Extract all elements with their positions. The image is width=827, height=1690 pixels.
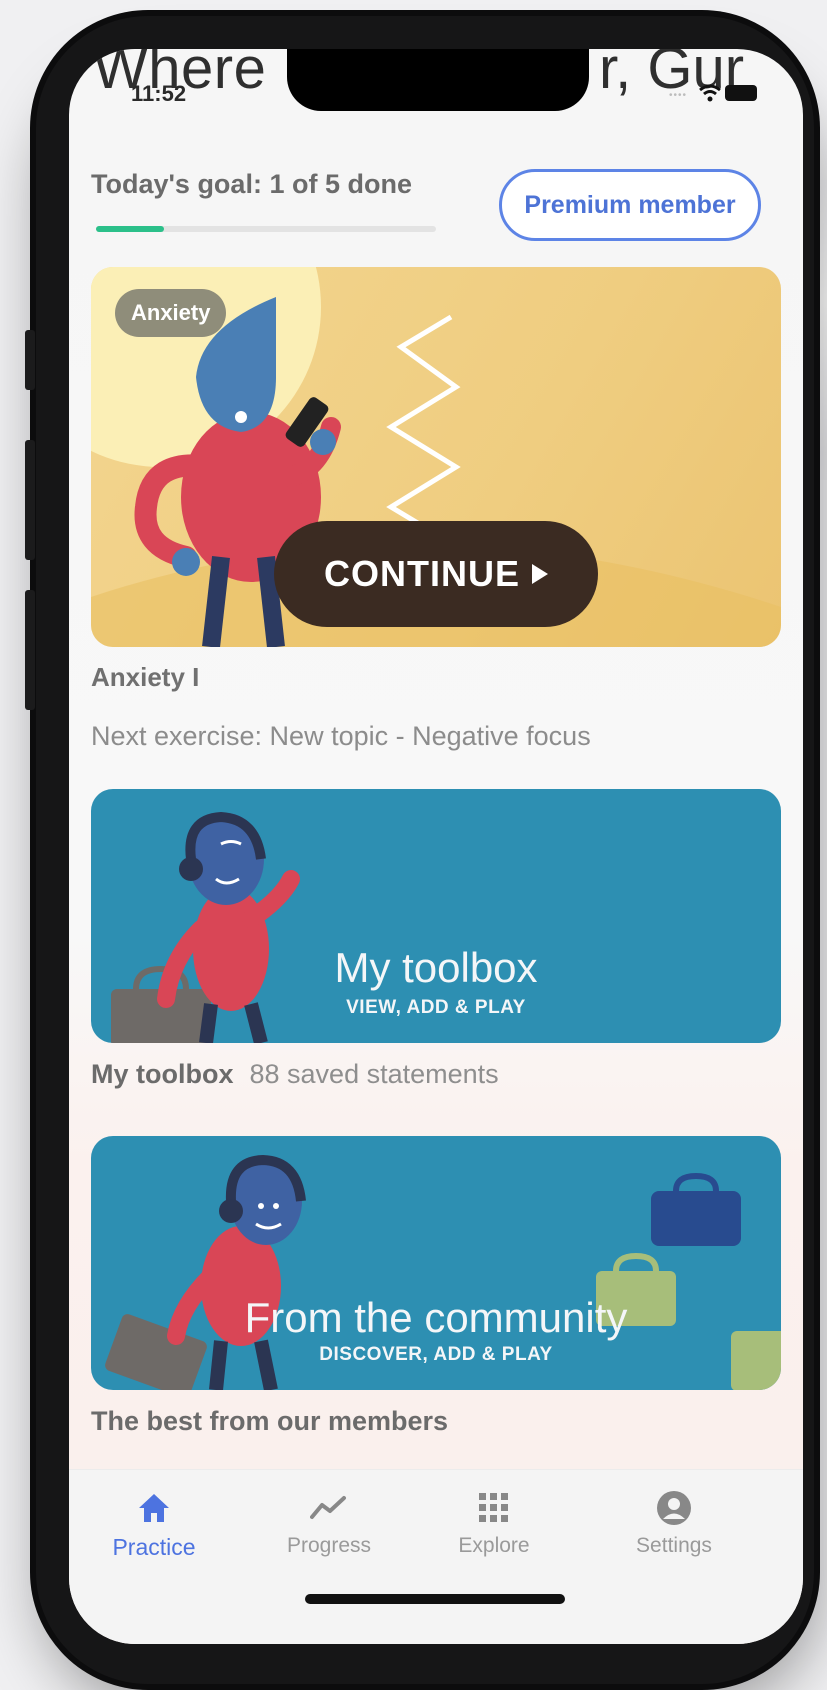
premium-member-button[interactable]: Premium member	[499, 169, 761, 241]
course-title: Anxiety I	[91, 662, 200, 692]
tab-progress[interactable]: Progress	[259, 1488, 399, 1558]
grid-icon	[479, 1493, 508, 1522]
phone-volume-up	[25, 440, 35, 560]
toolbox-caption: My toolbox 88 saved statements	[91, 1059, 499, 1090]
daily-goal-text: Today's goal: 1 of 5 done	[91, 169, 412, 199]
signal-icon: ••••	[669, 90, 688, 101]
status-icons: ••••	[669, 83, 789, 103]
phone-mute-switch	[25, 330, 35, 390]
tab-practice[interactable]: Practice	[84, 1488, 224, 1561]
phone-notch	[287, 49, 589, 111]
trend-line-icon	[310, 1496, 346, 1519]
community-card[interactable]: From the community DISCOVER, ADD & PLAY	[91, 1136, 781, 1390]
phone-volume-down	[25, 590, 35, 710]
next-exercise-text: Next exercise: New topic - Negative focu…	[91, 721, 591, 751]
toolbox-card[interactable]: My toolbox VIEW, ADD & PLAY	[91, 789, 781, 1043]
tab-explore-label: Explore	[458, 1534, 530, 1557]
continue-label: CONTINUE	[324, 553, 520, 594]
community-caption: The best from our members	[91, 1406, 449, 1436]
bottom-tab-bar: Practice Progress Explore Settings	[69, 1469, 803, 1644]
tab-practice-label: Practice	[112, 1534, 196, 1560]
status-time: 11:52	[131, 81, 187, 106]
home-indicator[interactable]	[305, 1594, 565, 1604]
topic-tag-anxiety: Anxiety	[115, 289, 227, 337]
tab-settings-label: Settings	[636, 1534, 712, 1557]
tab-settings[interactable]: Settings	[604, 1488, 744, 1558]
community-card-subtitle: DISCOVER, ADD & PLAY	[319, 1344, 553, 1365]
toolbox-caption-title: My toolbox	[91, 1059, 234, 1089]
saved-statements-count: 88 saved statements	[249, 1059, 499, 1089]
daily-goal-progress	[96, 226, 436, 232]
toolbox-card-title: My toolbox	[334, 944, 538, 991]
tab-explore[interactable]: Explore	[424, 1488, 564, 1558]
toolbox-card-subtitle: VIEW, ADD & PLAY	[346, 997, 526, 1018]
wifi-icon	[699, 84, 721, 102]
user-circle-icon	[657, 1491, 691, 1525]
phone-screen: Where r, Gur 11:52 •••• Today's goal: 1 …	[69, 49, 803, 1644]
play-icon	[532, 564, 548, 584]
continue-button[interactable]: CONTINUE	[274, 521, 598, 627]
tab-progress-label: Progress	[286, 1534, 372, 1557]
home-icon	[139, 1494, 169, 1522]
current-course-card[interactable]: Anxiety CONTINUE	[91, 267, 781, 647]
community-card-title: From the community	[244, 1294, 628, 1341]
daily-goal-progress-fill	[96, 226, 164, 232]
battery-icon	[725, 85, 757, 101]
